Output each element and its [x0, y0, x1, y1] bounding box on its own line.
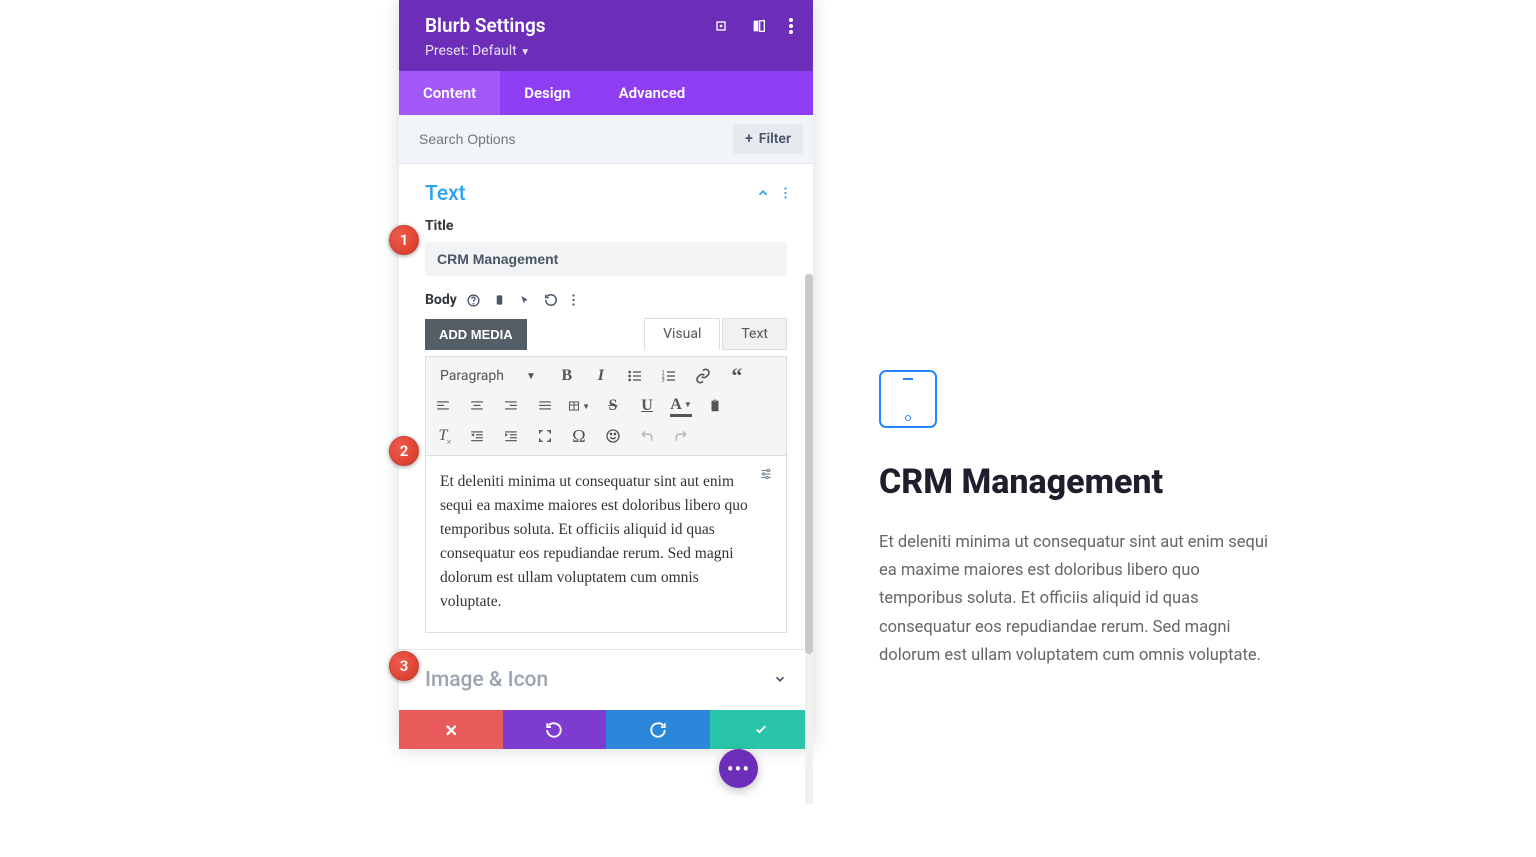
- editor-toolbar: Paragraph ▼ B I 123 “ ▼ S: [425, 356, 787, 456]
- preset-selector[interactable]: Preset: Default ▼: [425, 43, 793, 59]
- text-tab[interactable]: Text: [722, 318, 787, 350]
- align-left-icon[interactable]: [432, 395, 454, 417]
- add-media-button[interactable]: ADD MEDIA: [425, 319, 527, 350]
- filter-button[interactable]: + Filter: [733, 124, 803, 154]
- title-label: Title: [425, 218, 787, 234]
- help-icon[interactable]: [467, 294, 480, 307]
- preview-tablet-icon: [879, 370, 937, 428]
- preview-body: Et deleniti minima ut consequatur sint a…: [879, 529, 1269, 669]
- preview-pane: CRM Management Et deleniti minima ut con…: [879, 370, 1269, 670]
- tab-design[interactable]: Design: [500, 71, 594, 115]
- strikethrough-icon[interactable]: S: [602, 395, 624, 417]
- fullscreen-icon[interactable]: [534, 425, 556, 447]
- undo-icon[interactable]: [636, 425, 658, 447]
- editor-content[interactable]: Et deleniti minima ut consequatur sint a…: [440, 470, 772, 614]
- body-field-group: Body ADD MEDIA Visual Text: [399, 292, 813, 649]
- italic-icon[interactable]: I: [590, 365, 612, 387]
- undo-button[interactable]: [503, 710, 607, 749]
- underline-icon[interactable]: U: [636, 395, 658, 417]
- reset-icon[interactable]: [544, 293, 558, 307]
- preview-title: CRM Management: [879, 464, 1269, 501]
- modal-title: Blurb Settings: [425, 14, 546, 37]
- modal-tabs: Content Design Advanced: [399, 71, 813, 115]
- table-icon[interactable]: ▼: [568, 395, 590, 417]
- title-field-group: Title: [399, 218, 813, 292]
- outdent-icon[interactable]: [466, 425, 488, 447]
- bullet-list-icon[interactable]: [624, 365, 646, 387]
- scrollbar-thumb[interactable]: [805, 274, 813, 654]
- svg-text:3: 3: [662, 378, 665, 384]
- indent-icon[interactable]: [500, 425, 522, 447]
- link-icon[interactable]: [692, 365, 714, 387]
- align-justify-icon[interactable]: [534, 395, 556, 417]
- redo-icon-tb[interactable]: [670, 425, 692, 447]
- modal-header: Blurb Settings Preset: Default ▼: [399, 0, 813, 71]
- section-text-header[interactable]: Text: [399, 164, 813, 218]
- expand-section-icon[interactable]: [773, 671, 787, 690]
- editor-body[interactable]: Et deleniti minima ut consequatur sint a…: [425, 456, 787, 633]
- search-bar: + Filter: [399, 115, 813, 164]
- quote-icon[interactable]: “: [726, 365, 748, 387]
- kebab-icon[interactable]: [789, 18, 793, 34]
- specialchar-icon[interactable]: Ω: [568, 425, 590, 447]
- collapse-icon[interactable]: [756, 185, 770, 204]
- section-image-icon-title: Image & Icon: [425, 668, 548, 692]
- fab-button[interactable]: •••: [719, 749, 758, 788]
- expand-icon[interactable]: [713, 18, 729, 34]
- emoji-icon[interactable]: [602, 425, 624, 447]
- snap-icon[interactable]: [751, 18, 767, 34]
- body-label: Body: [425, 292, 457, 308]
- editor-settings-icon[interactable]: [758, 466, 774, 485]
- textcolor-icon[interactable]: A▼: [670, 395, 692, 417]
- clearformat-icon[interactable]: T×: [432, 425, 454, 447]
- bold-icon[interactable]: B: [556, 365, 578, 387]
- align-right-icon[interactable]: [500, 395, 522, 417]
- marker-2: 2: [389, 436, 419, 466]
- tab-advanced[interactable]: Advanced: [595, 71, 710, 115]
- section-text-title: Text: [425, 182, 466, 206]
- marker-3: 3: [389, 651, 419, 681]
- align-center-icon[interactable]: [466, 395, 488, 417]
- save-button[interactable]: [710, 710, 814, 749]
- mobile-icon[interactable]: [494, 293, 505, 307]
- hover-icon[interactable]: [519, 293, 530, 307]
- redo-button[interactable]: [606, 710, 710, 749]
- number-list-icon[interactable]: 123: [658, 365, 680, 387]
- settings-modal: Blurb Settings Preset: Default ▼ Content…: [399, 0, 813, 749]
- tab-content[interactable]: Content: [399, 71, 500, 115]
- format-select[interactable]: Paragraph ▼: [432, 365, 544, 387]
- cancel-button[interactable]: [399, 710, 503, 749]
- body-kebab-icon[interactable]: [572, 293, 575, 307]
- section-image-icon[interactable]: Image & Icon: [399, 649, 813, 710]
- marker-1: 1: [389, 225, 419, 255]
- search-input[interactable]: [409, 123, 733, 155]
- section-kebab-icon[interactable]: [784, 185, 787, 204]
- paste-icon[interactable]: [704, 395, 726, 417]
- bottom-actions: [399, 710, 813, 749]
- visual-tab[interactable]: Visual: [644, 318, 720, 350]
- title-input[interactable]: [425, 242, 787, 276]
